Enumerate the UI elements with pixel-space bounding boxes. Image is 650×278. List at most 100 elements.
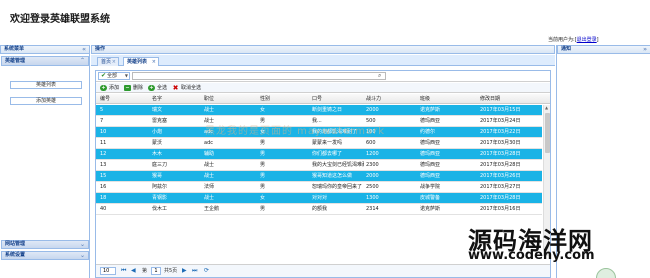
sidebar-item-hero-list[interactable]: 英雄列表 [10, 81, 82, 89]
cell-class: 皮城警备 [420, 195, 441, 201]
cell-power: 2300 [366, 162, 379, 168]
table-row[interactable]: 16 阿兹尔 法师 男 恕瑞玛你的皇帝回来了 2500 战争学院 2017年03月27日 [96, 182, 542, 193]
prev-page-icon[interactable]: ◀ [131, 267, 136, 275]
cell-id: 10 [100, 129, 107, 135]
cell-date: 2017年03月27日 [480, 184, 521, 190]
cell-id: 5 [100, 107, 104, 113]
logout-link[interactable]: 退出登录 [577, 37, 597, 43]
cell-power: 600 [366, 140, 376, 146]
delete-button[interactable]: − 删除 [124, 84, 143, 92]
close-icon[interactable]: × [152, 58, 156, 66]
page-label: 第 [142, 268, 148, 274]
page-total: 共5页 [164, 268, 178, 274]
cell-power: 2000 [366, 107, 379, 113]
cell-name: 雷克塞 [152, 118, 168, 124]
scroll-up-icon[interactable]: ▲ [545, 105, 548, 110]
collapse-up-icon[interactable]: ⌃ [80, 57, 85, 65]
col-header-slogan[interactable]: 口号 [312, 94, 364, 104]
cell-power: 2314 [366, 206, 379, 212]
cell-class: 诺克萨斯 [420, 206, 441, 212]
cell-id: 15 [100, 173, 107, 179]
table-row[interactable]: 40 伐木工 王企鹅 男 的额我 2314 诺克萨斯 2017年03月16日 [96, 204, 542, 215]
sidebar: 系统菜单 « 英雄管理 ⌃ 英雄列表 添加英雄 网站管理 ⌄ 系统设置 ⌄ [0, 45, 90, 278]
cell-class: 诺克萨斯 [420, 107, 441, 113]
main-panel-title: 操作 [95, 46, 106, 52]
cell-power: 2500 [366, 184, 379, 190]
menu-system-settings[interactable]: 系统设置 ⌄ [1, 251, 89, 260]
minus-icon: − [124, 85, 131, 91]
cell-power: 1200 [366, 151, 379, 157]
sidebar-title: 系统菜单 [4, 46, 25, 52]
cell-gender: 女 [260, 107, 266, 113]
expand-down-icon[interactable]: ⌄ [80, 241, 85, 248]
tab-home-label: 首页 [101, 59, 112, 65]
table-row[interactable]: 12 木木 辅助 男 你们都去哪了 1200 德玛西亚 2017年03月28日 [96, 149, 542, 160]
cell-class: 战争学院 [420, 184, 441, 190]
menu-hero-management[interactable]: 英雄管理 ⌃ [1, 56, 89, 66]
faint-watermark: 黑龙我的是页面的 maywatermark [205, 126, 386, 137]
cell-class: 德玛西亚 [420, 162, 441, 168]
cell-gender: 女 [260, 195, 266, 201]
col-header-class[interactable]: 班级 [420, 94, 476, 104]
table-row[interactable]: 5 瑞文 战士 女 断剑重铸之日 2000 诺克萨斯 2017年03月15日 [96, 105, 542, 116]
grid-header: 编号 名字 职位 性别 口号 战斗力 班级 修改日期 [96, 94, 550, 104]
search-input[interactable] [132, 72, 386, 80]
deselect-all-button[interactable]: ✖ 取消全选 [172, 84, 201, 92]
cell-date: 2017年03月15日 [480, 107, 521, 113]
cell-date: 2017年03月22日 [480, 129, 521, 135]
plus-icon: + [148, 85, 155, 91]
col-header-id[interactable]: 编号 [100, 94, 150, 104]
col-header-date[interactable]: 修改日期 [480, 94, 542, 104]
cell-slogan: 我的大宝剑已经饥渴难耐 [312, 162, 364, 168]
add-button[interactable]: + 添加 [100, 84, 119, 92]
app-title: 欢迎登录英雄联盟系统 [10, 14, 110, 25]
chevron-down-icon: ▼ [124, 73, 128, 78]
cell-id: 18 [100, 195, 107, 201]
last-page-icon[interactable]: ⏭ [192, 267, 197, 275]
search-icon[interactable]: ⌕ [378, 72, 381, 80]
cell-gender: 男 [260, 184, 266, 190]
cell-position: 辅助 [204, 151, 215, 157]
expand-down-icon[interactable]: ⌄ [80, 252, 85, 259]
select-all-button[interactable]: + 全选 [148, 84, 167, 92]
sidebar-item-add-hero[interactable]: 添加英雄 [10, 97, 82, 105]
page-size-select[interactable]: 10 [100, 267, 116, 275]
app-window: 欢迎登录英雄联盟系统 当前用户为:[退出登录] 系统菜单 « 英雄管理 ⌃ 英雄… [0, 0, 650, 278]
menu-system-label: 系统设置 [5, 252, 26, 258]
cell-date: 2017年03月28日 [480, 151, 521, 157]
cell-name: 青钢影 [152, 195, 168, 201]
cell-gender: 男 [260, 162, 266, 168]
cell-gender: 男 [260, 173, 266, 179]
page-number-input[interactable]: 1 [151, 267, 161, 275]
first-page-icon[interactable]: ⏮ [121, 267, 126, 275]
cell-date: 2017年03月16日 [480, 206, 521, 212]
cell-position: 法师 [204, 184, 215, 190]
table-row[interactable]: 15 猴哥 战士 男 猴哥知道这怎么做 2000 德玛西亚 2017年03月26日 [96, 171, 542, 182]
col-header-power[interactable]: 战斗力 [366, 94, 418, 104]
collapse-left-icon[interactable]: « [82, 46, 86, 53]
close-icon[interactable]: × [112, 58, 116, 66]
tab-hero-list[interactable]: 英雄列表 × [123, 57, 159, 66]
table-row[interactable]: 13 庭三刀 战士 男 我的大宝剑已经饥渴难耐 2300 德玛西亚 2017年03月28日 [96, 160, 542, 171]
table-row[interactable]: 11 蒙沃 adc 男 蒙蒙来一发吗 600 德玛西亚 2017年03月30日 [96, 138, 542, 149]
refresh-icon[interactable]: ⟳ [204, 267, 209, 275]
filter-select[interactable]: ✔ 全部 ▼ [98, 72, 130, 80]
next-page-icon[interactable]: ▶ [182, 267, 187, 275]
cell-class: 德玛西亚 [420, 173, 441, 179]
col-header-position[interactable]: 职位 [204, 94, 259, 104]
scroll-thumb[interactable] [545, 113, 550, 153]
cell-id: 7 [100, 118, 104, 124]
col-header-name[interactable]: 名字 [152, 94, 202, 104]
tab-bar: 首页 × 英雄列表 × [91, 55, 555, 66]
cell-class: 德玛西亚 [420, 151, 441, 157]
collapse-right-icon[interactable]: » [643, 46, 647, 53]
plus-icon: + [100, 85, 107, 91]
cell-name: 阿兹尔 [152, 184, 168, 190]
menu-site-management[interactable]: 网站管理 ⌄ [1, 240, 89, 249]
tab-home[interactable]: 首页 × [97, 57, 119, 66]
table-row[interactable]: 18 青钢影 战士 女 对对对 1300 皮城警备 2017年03月28日 [96, 193, 542, 204]
cell-slogan: 你们都去哪了 [312, 151, 343, 157]
cell-name: 蒙沃 [152, 140, 163, 146]
col-header-gender[interactable]: 性别 [260, 94, 310, 104]
pagination-bar: 10 ⏮ ◀ 第 1 共5页 ▶ ⏭ ⟳ [96, 264, 550, 277]
